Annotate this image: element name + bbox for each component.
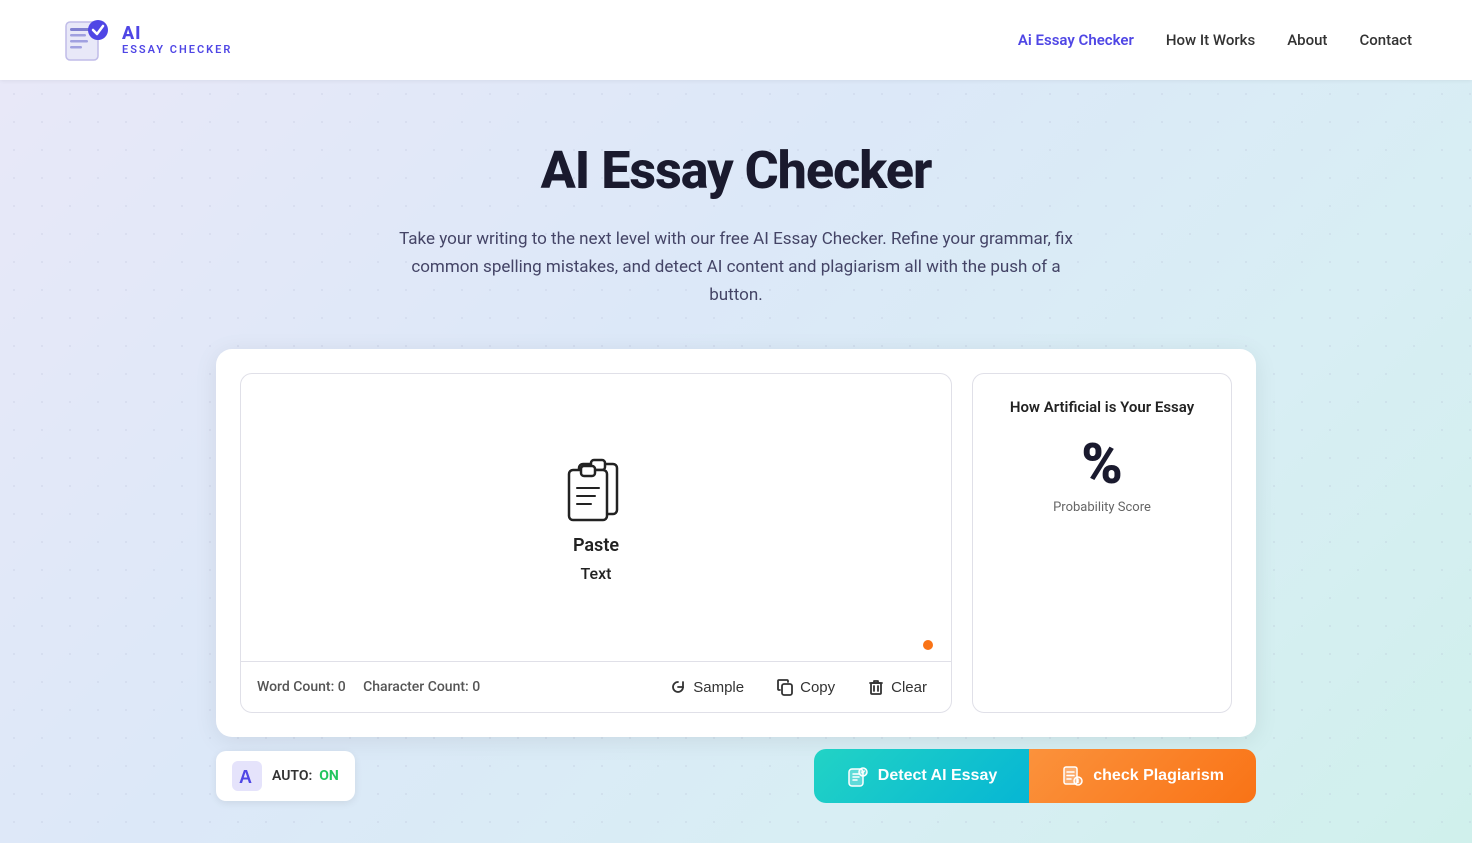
plagiarism-icon [1061, 765, 1083, 787]
text-area[interactable]: Paste Text [241, 374, 951, 661]
clear-button[interactable]: Clear [859, 674, 935, 700]
action-buttons: Sample Copy [661, 674, 935, 700]
nav-contact[interactable]: Contact [1359, 31, 1412, 49]
nav-links: Ai Essay Checker How It Works About Cont… [1018, 31, 1412, 49]
auto-label-text: AUTO: ON [272, 768, 339, 784]
detect-ai-button[interactable]: Detect AI Essay [814, 749, 1029, 803]
text-input-panel: Paste Text Word Count: 0 Character Count… [240, 373, 952, 713]
nav-ai-essay-checker[interactable]: Ai Essay Checker [1018, 31, 1134, 49]
detect-btn-label: Detect AI Essay [878, 767, 997, 785]
score-panel: How Artificial is Your Essay % Probabili… [972, 373, 1232, 713]
plagiarism-btn-label: check Plagiarism [1093, 767, 1224, 785]
main-card: Paste Text Word Count: 0 Character Count… [216, 349, 1256, 737]
check-plagiarism-button[interactable]: check Plagiarism [1029, 749, 1256, 803]
score-title: How Artificial is Your Essay [1010, 398, 1194, 416]
char-count-text: Character Count: 0 [363, 679, 480, 695]
logo-ai-text: AI [122, 24, 232, 44]
trash-icon [867, 678, 885, 696]
auto-on-status: ON [319, 768, 339, 784]
cta-buttons: Detect AI Essay check Plagiarism [814, 749, 1256, 803]
nav-about[interactable]: About [1287, 31, 1327, 49]
hero-section: AI Essay Checker Take your writing to th… [0, 80, 1472, 843]
paste-sub-label: Text [581, 564, 612, 583]
paste-clipboard-icon [561, 452, 631, 527]
auto-badge-icon: A [232, 761, 262, 791]
word-char-count: Word Count: 0 Character Count: 0 [257, 679, 480, 695]
auto-badge: A AUTO: ON [216, 751, 355, 801]
hero-content: AI Essay Checker Take your writing to th… [60, 140, 1412, 803]
hero-subtitle: Take your writing to the next level with… [386, 225, 1086, 309]
svg-text:A: A [239, 767, 252, 787]
logo-icon [60, 14, 112, 66]
hero-title: AI Essay Checker [60, 140, 1412, 201]
navbar: AI ESSAY CHECKER Ai Essay Checker How It… [0, 0, 1472, 80]
bottom-bar: A AUTO: ON [216, 737, 1256, 803]
copy-button[interactable]: Copy [768, 674, 843, 700]
paste-icon-wrap: Paste Text [561, 452, 631, 583]
sample-icon [669, 678, 687, 696]
logo-text: AI ESSAY CHECKER [122, 24, 232, 56]
score-percent: % [1081, 436, 1123, 492]
logo[interactable]: AI ESSAY CHECKER [60, 14, 232, 66]
nav-how-it-works[interactable]: How It Works [1166, 31, 1255, 49]
copy-icon [776, 678, 794, 696]
score-label: Probability Score [1053, 500, 1151, 515]
detect-icon [846, 765, 868, 787]
word-count-text: Word Count: 0 [257, 679, 346, 695]
sample-button[interactable]: Sample [661, 674, 752, 700]
paste-label: Paste [573, 535, 619, 556]
text-panel-footer: Word Count: 0 Character Count: 0 Sample [241, 661, 951, 712]
logo-sub-text: ESSAY CHECKER [122, 44, 232, 56]
